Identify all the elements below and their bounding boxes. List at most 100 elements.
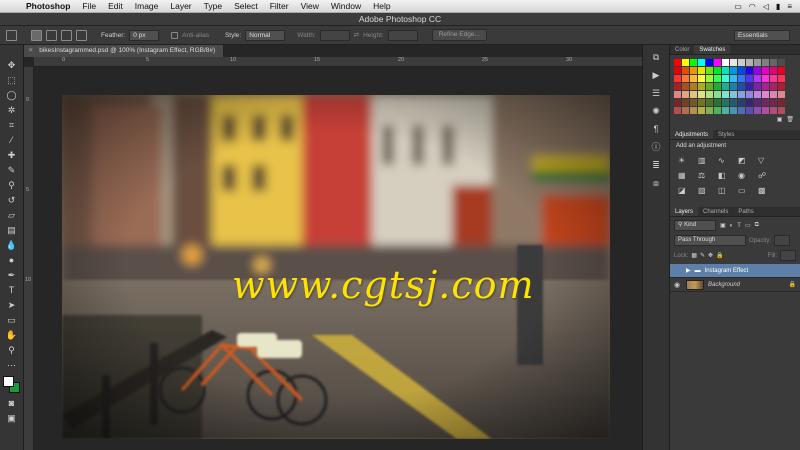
channel-mixer-icon[interactable]: ☍: [758, 171, 770, 180]
document-tab[interactable]: ✕ bikesInstagrammed.psd @ 100% (Instagra…: [24, 45, 225, 57]
swatch[interactable]: [722, 107, 729, 114]
swatch[interactable]: [746, 99, 753, 106]
lasso-tool-icon[interactable]: ◯: [5, 89, 19, 101]
gradient-map-icon[interactable]: ▭: [738, 186, 750, 195]
expand-arrow-icon[interactable]: ▶: [686, 267, 691, 274]
eye-icon[interactable]: ◉: [674, 281, 682, 289]
tab-color[interactable]: Color: [670, 45, 694, 54]
swatch[interactable]: [706, 83, 713, 90]
swatch[interactable]: [738, 99, 745, 106]
invert-icon[interactable]: ◪: [678, 186, 690, 195]
swatch[interactable]: [738, 75, 745, 82]
menu-filter[interactable]: Filter: [264, 0, 295, 13]
swatch[interactable]: [722, 99, 729, 106]
swatch[interactable]: [674, 107, 681, 114]
swatch[interactable]: [690, 59, 697, 66]
swatch[interactable]: [682, 107, 689, 114]
lock-paint-icon[interactable]: ✎: [700, 252, 705, 259]
swatch[interactable]: [698, 99, 705, 106]
swatch[interactable]: [714, 59, 721, 66]
swatch[interactable]: [674, 67, 681, 74]
swatch[interactable]: [682, 91, 689, 98]
swatch[interactable]: [690, 75, 697, 82]
swatch[interactable]: [730, 59, 737, 66]
swatch[interactable]: [682, 83, 689, 90]
vibrance-icon[interactable]: ▽: [758, 156, 770, 165]
swatch[interactable]: [762, 83, 769, 90]
black-white-icon[interactable]: ◧: [718, 171, 730, 180]
vertical-ruler[interactable]: 0 5 10: [24, 67, 34, 450]
height-input[interactable]: [387, 29, 418, 41]
new-swatch-icon[interactable]: ▣: [777, 116, 783, 124]
style-select[interactable]: Normal: [245, 29, 286, 41]
swatch[interactable]: [762, 99, 769, 106]
swatch[interactable]: [754, 59, 761, 66]
swatch[interactable]: [682, 67, 689, 74]
selective-color-icon[interactable]: ▩: [758, 186, 770, 195]
swatch[interactable]: [722, 67, 729, 74]
curves-icon[interactable]: ∿: [718, 156, 730, 165]
filter-smart-icon[interactable]: ⧉: [755, 222, 759, 229]
swatch[interactable]: [706, 107, 713, 114]
swatch[interactable]: [706, 99, 713, 106]
brush-panel-icon[interactable]: ✺: [649, 105, 663, 117]
add-selection-icon[interactable]: [46, 29, 57, 41]
character-panel-icon[interactable]: ¶: [649, 123, 663, 135]
path-selection-icon[interactable]: ➤: [5, 299, 19, 311]
hue-saturation-icon[interactable]: ▦: [678, 171, 690, 180]
menu-layer[interactable]: Layer: [164, 0, 197, 13]
swatch[interactable]: [722, 91, 729, 98]
swatch[interactable]: [770, 75, 777, 82]
tab-layers[interactable]: Layers: [670, 207, 699, 216]
swatch[interactable]: [770, 59, 777, 66]
swatch[interactable]: [762, 59, 769, 66]
clone-source-panel-icon[interactable]: ⧈: [649, 177, 663, 189]
swatch[interactable]: [770, 67, 777, 74]
wifi-icon[interactable]: ◠: [749, 2, 756, 11]
swatch[interactable]: [746, 91, 753, 98]
refine-edge-button[interactable]: Refine Edge...: [431, 29, 487, 41]
swatch[interactable]: [738, 107, 745, 114]
layer-row-background[interactable]: ◉ Background 🔒: [670, 278, 800, 292]
brush-tool-icon[interactable]: ✎: [5, 164, 19, 176]
marquee-tool-icon[interactable]: ⬚: [5, 74, 19, 86]
swatch[interactable]: [714, 83, 721, 90]
swatch[interactable]: [690, 83, 697, 90]
more-tools-icon[interactable]: ⋯: [5, 359, 19, 371]
swatch[interactable]: [698, 91, 705, 98]
swatch[interactable]: [698, 75, 705, 82]
blend-mode-select[interactable]: Pass Through: [674, 235, 746, 246]
swatch[interactable]: [778, 91, 785, 98]
menu-window[interactable]: Window: [325, 0, 367, 13]
swatch[interactable]: [778, 83, 785, 90]
fill-input[interactable]: [780, 250, 796, 261]
tab-swatches[interactable]: Swatches: [694, 45, 731, 54]
opacity-input[interactable]: [774, 235, 791, 246]
filter-type-icon[interactable]: T: [737, 223, 741, 229]
swatch[interactable]: [730, 107, 737, 114]
swatch[interactable]: [722, 75, 729, 82]
marquee-tool-icon[interactable]: [6, 29, 17, 41]
levels-icon[interactable]: ▥: [698, 156, 710, 165]
swatch[interactable]: [698, 83, 705, 90]
swatch[interactable]: [738, 91, 745, 98]
swatch[interactable]: [714, 75, 721, 82]
swatch[interactable]: [762, 91, 769, 98]
width-input[interactable]: [319, 29, 350, 41]
lock-pixels-icon[interactable]: ▦: [691, 252, 697, 259]
menu-photoshop[interactable]: Photoshop: [20, 0, 76, 13]
swatch[interactable]: [682, 99, 689, 106]
eraser-tool-icon[interactable]: ▱: [5, 209, 19, 221]
layer-row-instagram-effect[interactable]: ▶ ▬ Instagram Effect: [670, 264, 800, 278]
swatch[interactable]: [738, 59, 745, 66]
swatch[interactable]: [746, 59, 753, 66]
menu-help[interactable]: Help: [367, 0, 396, 13]
swatch[interactable]: [778, 59, 785, 66]
swatch[interactable]: [706, 59, 713, 66]
photo-filter-icon[interactable]: ◉: [738, 171, 750, 180]
swatch[interactable]: [738, 83, 745, 90]
swatch[interactable]: [730, 83, 737, 90]
swatch[interactable]: [778, 107, 785, 114]
move-tool-icon[interactable]: ✥: [5, 59, 19, 71]
swatch[interactable]: [698, 59, 705, 66]
